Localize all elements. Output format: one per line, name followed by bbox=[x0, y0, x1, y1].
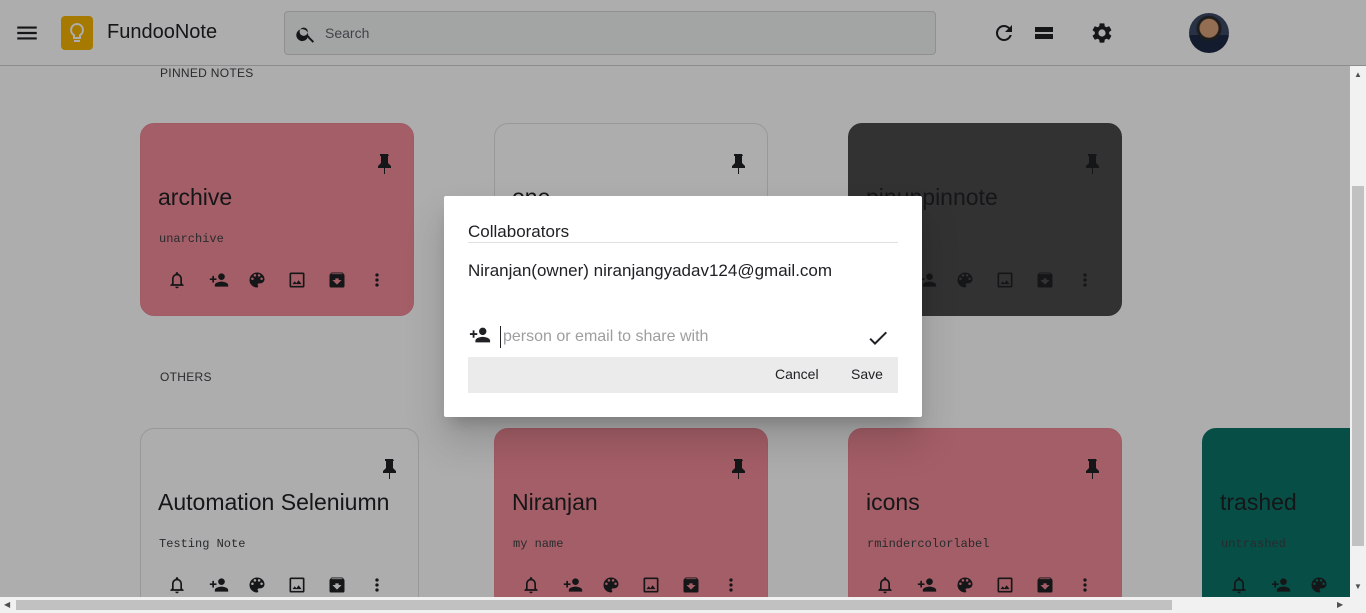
divider bbox=[468, 242, 898, 243]
owner-entry: Niranjan(owner) niranjangyadav124@gmail.… bbox=[468, 261, 833, 280]
save-button[interactable]: Save bbox=[851, 366, 883, 382]
check-icon[interactable] bbox=[866, 326, 890, 355]
person-add-icon bbox=[468, 324, 492, 351]
collaborators-dialog: Collaborators Niranjan(owner) niranjangy… bbox=[444, 196, 922, 417]
vertical-scrollbar[interactable]: ▲ ▼ bbox=[1350, 66, 1366, 597]
scroll-down-icon[interactable]: ▼ bbox=[1354, 582, 1362, 591]
horizontal-scroll-thumb[interactable] bbox=[16, 600, 1172, 610]
scroll-up-icon[interactable]: ▲ bbox=[1354, 70, 1362, 79]
horizontal-scrollbar[interactable]: ◀ ▶ bbox=[0, 597, 1366, 613]
dialog-footer: Cancel Save bbox=[468, 357, 898, 393]
collaborator-email-input[interactable] bbox=[500, 326, 840, 348]
dialog-title: Collaborators bbox=[468, 222, 570, 241]
vertical-scroll-thumb[interactable] bbox=[1352, 186, 1364, 546]
cancel-button[interactable]: Cancel bbox=[775, 366, 819, 382]
scroll-right-icon[interactable]: ▶ bbox=[1337, 600, 1343, 609]
scroll-left-icon[interactable]: ◀ bbox=[4, 600, 10, 609]
